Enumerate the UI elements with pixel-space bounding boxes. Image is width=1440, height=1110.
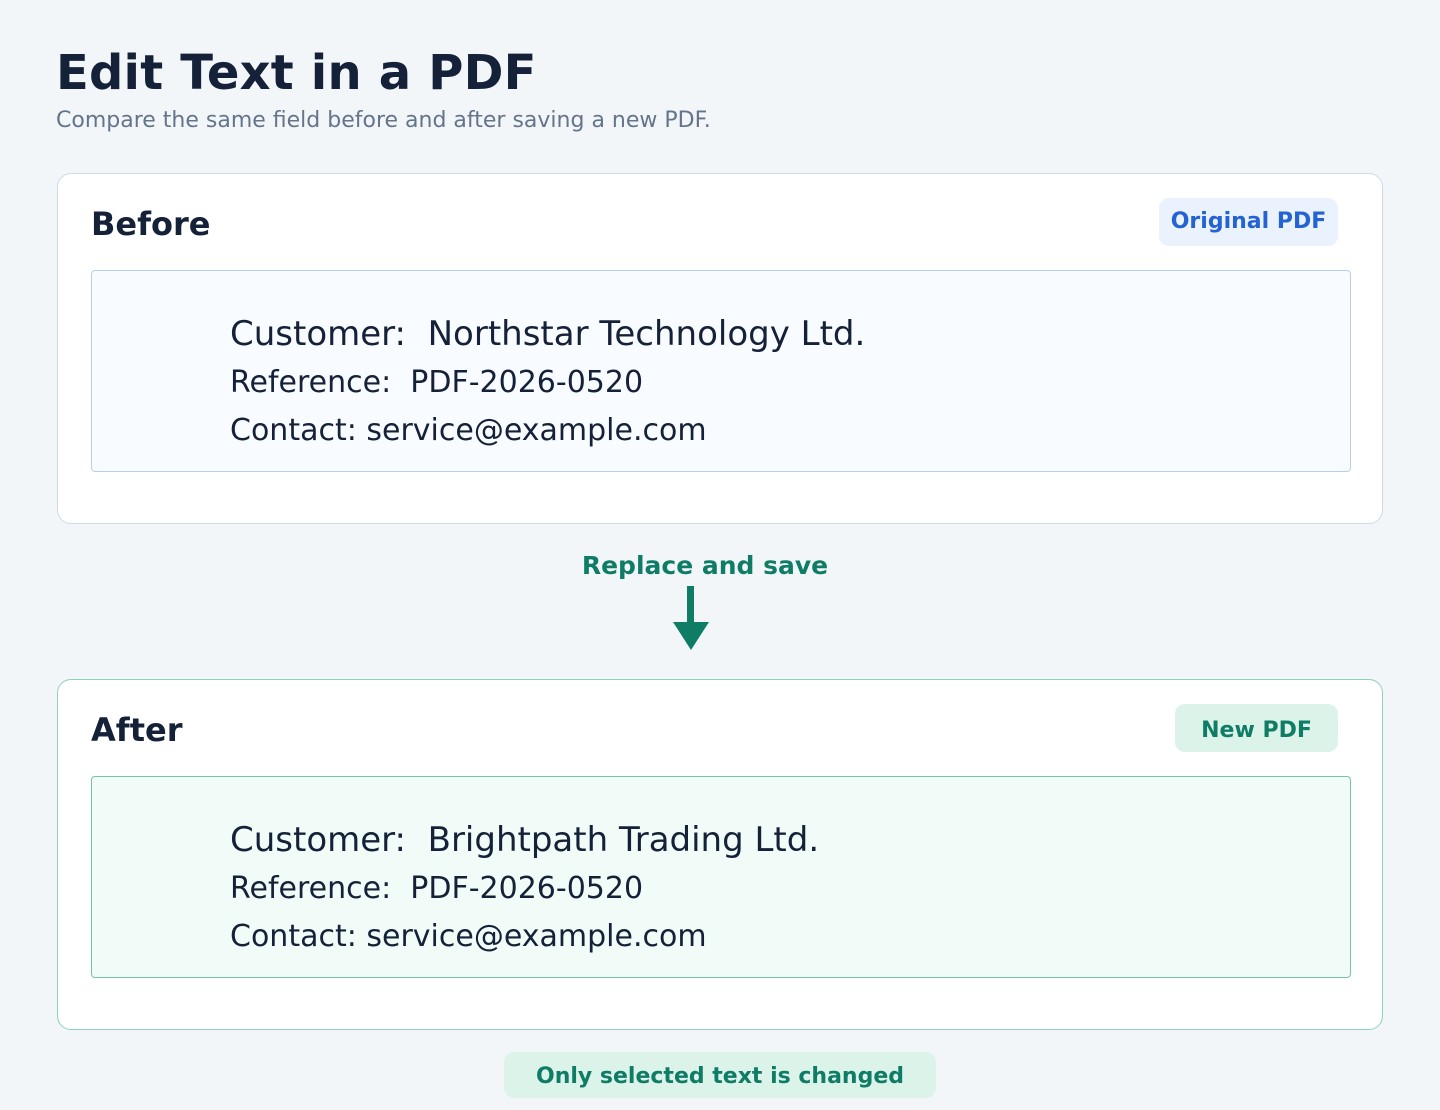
- after-reference-line: Reference: PDF-2026-0520: [230, 871, 644, 906]
- after-card: After New PDF Customer: Brightpath Tradi…: [57, 679, 1383, 1030]
- new-pdf-badge: New PDF: [1175, 704, 1338, 752]
- after-contact-line: Contact: service@example.com: [230, 919, 707, 954]
- before-heading: Before: [91, 205, 211, 243]
- before-reference-line: Reference: PDF-2026-0520: [230, 365, 644, 400]
- replace-and-save-label: Replace and save: [581, 551, 829, 580]
- page-title: Edit Text in a PDF: [56, 45, 537, 101]
- arrow-down-icon: [673, 586, 709, 650]
- before-contact-line: Contact: service@example.com: [230, 413, 707, 448]
- before-customer-line: Customer: Northstar Technology Ltd.: [230, 314, 866, 354]
- before-card: Before Original PDF Customer: Northstar …: [57, 173, 1383, 524]
- after-document-preview: Customer: Brightpath Trading Ltd. Refere…: [91, 776, 1351, 978]
- after-heading: After: [91, 711, 183, 749]
- after-customer-line: Customer: Brightpath Trading Ltd.: [230, 820, 820, 860]
- original-pdf-badge: Original PDF: [1159, 198, 1338, 246]
- change-note-badge: Only selected text is changed: [504, 1052, 936, 1098]
- before-document-preview: Customer: Northstar Technology Ltd. Refe…: [91, 270, 1351, 472]
- page-subtitle: Compare the same field before and after …: [56, 108, 711, 133]
